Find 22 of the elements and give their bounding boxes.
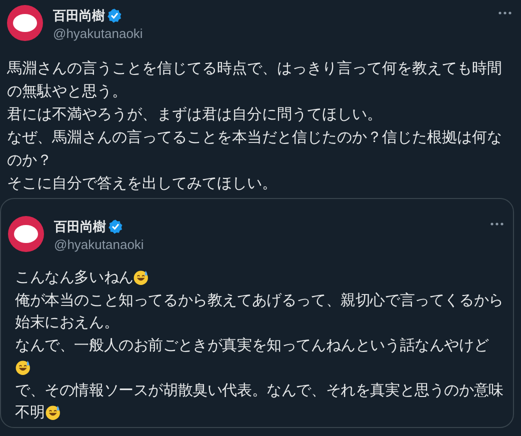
tweet-text-line: なんで、一般人のお前ごときが真実を知ってんねんという話なんやけど xyxy=(15,336,489,356)
tweet-text-line: のか？ xyxy=(7,151,52,172)
tweet-text-line: の無駄やと思う。 xyxy=(7,82,127,102)
author-handle[interactable]: @hyakutanaoki xyxy=(53,25,143,42)
tweet-text-line: 君には不満やろうが、まずは君は自分に問うてほしい。 xyxy=(7,105,382,126)
tweet-text-line: 馬淵さんの言うことを信じてる時点で、はっきり言って何を教えても時間 xyxy=(7,59,502,80)
tweet-text-line: そこに自分で答えを出してみてほしい。 xyxy=(7,174,277,194)
avatar[interactable] xyxy=(7,5,43,41)
tweet-text-line: なぜ、馬淵さんの言ってることを本当だと信じたのか？信じた根拠は何な xyxy=(7,128,502,148)
tweet-text-line: こんなん多いねん xyxy=(15,268,134,288)
avatar[interactable] xyxy=(8,216,44,252)
more-icon[interactable] xyxy=(498,11,512,15)
tweet-text-line: 始末におえん。 xyxy=(15,313,119,333)
tweet-text-line: で、その情報ソースが胡散臭い代表。なんで、それを真実と思うのか意味 xyxy=(15,380,504,400)
author-name[interactable]: 百田尚樹 xyxy=(54,218,106,235)
sweat-smile-icon xyxy=(15,360,31,376)
tweet-text-line: 不明 xyxy=(15,403,45,423)
quoted-tweet-card[interactable]: 百田尚樹 @hyakutanaoki こんなん多いねん 俺が本当のこと知ってるから教えてあげるって、親切心で言ってくるから 始末におえん。 なんで、一般人のお前ごときが真実を知ってんねんという話なんやけど で、その情報ソースが胡散臭い代表。なんで、それを真実と思うのか意味 不明 xyxy=(0,198,514,428)
more-icon[interactable] xyxy=(490,222,504,226)
author-name[interactable]: 百田尚樹 xyxy=(53,7,105,24)
author-handle[interactable]: @hyakutanaoki xyxy=(54,236,144,253)
tweet-text-line: 俺が本当のこと知ってるから教えてあげるって、親切心で言ってくるから xyxy=(15,290,504,310)
